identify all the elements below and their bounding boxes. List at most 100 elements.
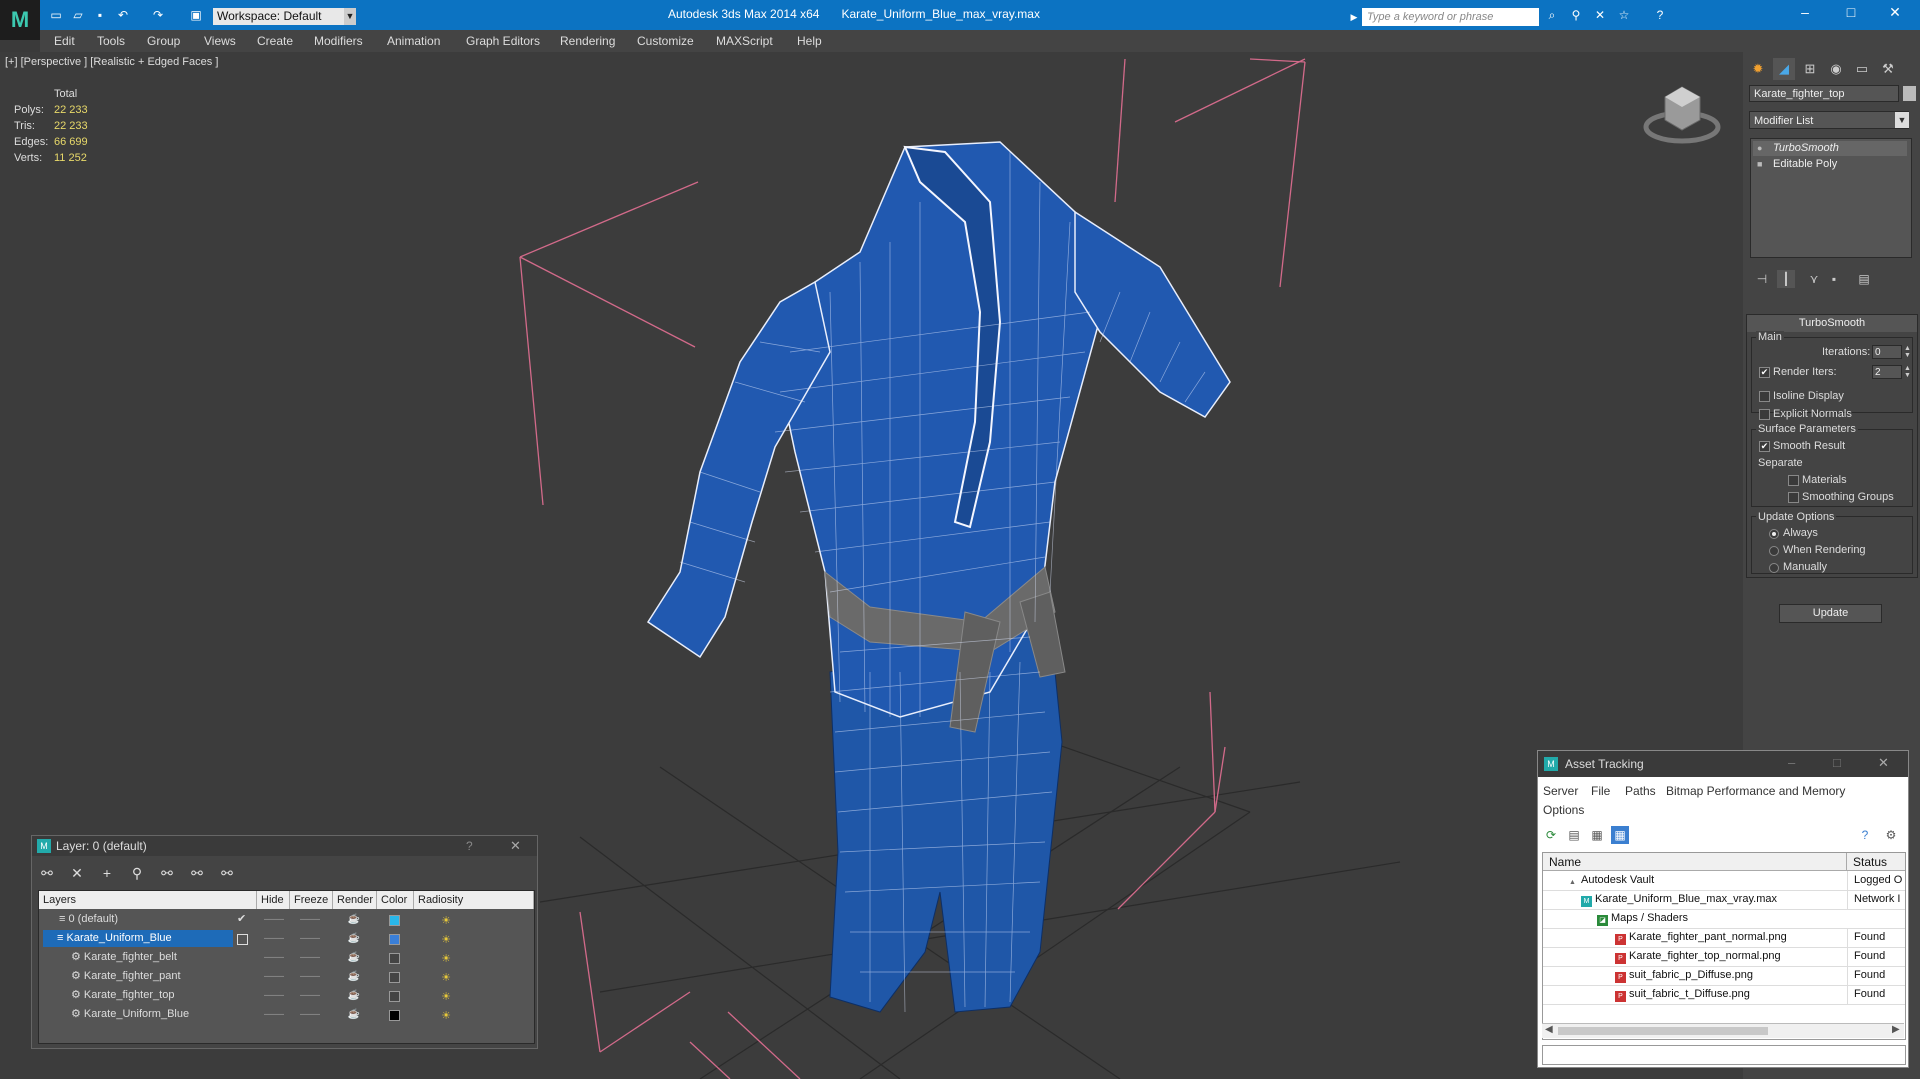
asset-row[interactable]: P Karate_fighter_top_normal.png Found <box>1543 947 1905 967</box>
set-active-checkbox[interactable] <box>237 934 248 945</box>
modify-tab-icon[interactable]: ◢ <box>1773 58 1795 80</box>
refresh-icon[interactable]: ⟳ <box>1542 826 1560 844</box>
menu-customize[interactable]: Customize <box>637 34 694 48</box>
hide-toggle[interactable]: —— <box>259 986 289 1005</box>
render-teapot-icon[interactable]: ☕ <box>339 986 369 1005</box>
layer-color-swatch[interactable] <box>389 953 400 964</box>
layer-row[interactable]: ≡ 0 (default) ✔ —— —— ☕ ☀ <box>39 910 479 929</box>
make-unique-icon[interactable]: ⋎ <box>1805 270 1823 288</box>
horizontal-scrollbar[interactable]: ◀ ▶ <box>1542 1023 1904 1038</box>
freeze-toggle[interactable]: —— <box>295 929 325 948</box>
update-button[interactable]: Update <box>1779 604 1882 623</box>
hide-toggle[interactable]: —— <box>259 948 289 967</box>
when-rendering-radio[interactable] <box>1769 546 1779 556</box>
stack-item-turbosmooth[interactable]: ● TurboSmooth <box>1753 141 1907 156</box>
active-layer-check-icon[interactable]: ✔ <box>237 910 246 929</box>
asset-row[interactable]: ▲ Autodesk Vault Logged O <box>1543 871 1905 891</box>
render-teapot-icon[interactable]: ☕ <box>339 967 369 986</box>
render-teapot-icon[interactable]: ☕ <box>339 910 369 929</box>
layer-row[interactable]: ⚙ Karate_fighter_top —— —— ☕ ☀ <box>39 986 479 1005</box>
hide-all-layers-icon[interactable]: ⚯ <box>188 864 206 882</box>
freeze-all-layers-icon[interactable]: ⚯ <box>218 864 236 882</box>
minimize-icon[interactable]: – <box>1790 4 1820 20</box>
rollout-title[interactable]: TurboSmooth <box>1747 315 1917 332</box>
search-input[interactable]: Type a keyword or phrase <box>1362 8 1539 26</box>
menu-options[interactable]: Options <box>1543 803 1584 817</box>
object-color-swatch[interactable] <box>1903 86 1916 101</box>
column-color[interactable]: Color <box>377 891 414 909</box>
asset-row[interactable]: P Karate_fighter_pant_normal.png Found <box>1543 928 1905 948</box>
column-status[interactable]: Status <box>1847 853 1905 871</box>
hide-toggle[interactable]: —— <box>259 910 289 929</box>
favorites-star-icon[interactable]: ☆ <box>1616 7 1632 23</box>
asset-row[interactable]: ◪ Maps / Shaders <box>1543 909 1905 929</box>
modifier-list-dropdown[interactable]: Modifier List <box>1749 111 1909 129</box>
menu-graph-editors[interactable]: Graph Editors <box>466 34 540 48</box>
column-layers[interactable]: Layers <box>39 891 257 909</box>
help-icon[interactable]: ? <box>1856 826 1874 844</box>
layer-color-swatch[interactable] <box>389 934 400 945</box>
iterations-spinner[interactable]: 0 <box>1872 345 1902 359</box>
menu-group[interactable]: Group <box>147 34 180 48</box>
configure-sets-icon[interactable]: ▤ <box>1855 270 1873 288</box>
layer-row[interactable]: ⚙ Karate_fighter_pant —— —— ☕ ☀ <box>39 967 479 986</box>
smooth-result-checkbox[interactable]: ✔ <box>1759 441 1770 452</box>
list-view-icon[interactable]: ▤ <box>1565 826 1583 844</box>
pin-stack-icon[interactable]: ⊣ <box>1753 270 1771 288</box>
hide-toggle[interactable]: —— <box>259 929 289 948</box>
materials-checkbox[interactable] <box>1788 475 1799 486</box>
freeze-toggle[interactable]: —— <box>295 910 325 929</box>
layer-dialog-titlebar[interactable]: M Layer: 0 (default) ? ✕ <box>32 836 537 856</box>
viewport-label[interactable]: [+] [Perspective ] [Realistic + Edged Fa… <box>5 56 218 68</box>
menu-views[interactable]: Views <box>204 34 236 48</box>
show-end-result-icon[interactable]: ┃ <box>1777 270 1795 288</box>
asset-row[interactable]: Psuit_fabric_t_Diffuse.png Found <box>1543 985 1905 1005</box>
redo-icon[interactable]: ↷ <box>150 7 166 23</box>
play-arrow-icon[interactable]: ▶ <box>1346 9 1362 25</box>
motion-tab-icon[interactable]: ◉ <box>1825 58 1847 80</box>
asset-row[interactable]: M Karate_Uniform_Blue_max_vray.max Network… <box>1543 890 1905 910</box>
spinner-arrows-icon[interactable]: ▲ ▼ <box>1903 345 1912 359</box>
render-iters-spinner[interactable]: 2 <box>1872 365 1902 379</box>
lightbulb-icon[interactable]: ● <box>1757 141 1767 156</box>
menu-modifiers[interactable]: Modifiers <box>314 34 363 48</box>
communication-icon[interactable]: ✕ <box>1592 7 1608 23</box>
menu-server[interactable]: Server <box>1543 784 1578 798</box>
column-name[interactable]: Name <box>1543 853 1847 871</box>
object-name-field[interactable]: Karate_fighter_top <box>1749 85 1899 102</box>
maximize-icon[interactable]: □ <box>1836 4 1866 20</box>
delete-layer-icon[interactable]: ✕ <box>68 864 86 882</box>
help-icon[interactable]: ? <box>466 839 473 853</box>
remove-modifier-icon[interactable]: ▪ <box>1825 270 1843 288</box>
settings-icon[interactable]: ⚙ <box>1882 826 1900 844</box>
undo-icon[interactable]: ↶ <box>115 7 131 23</box>
close-icon[interactable]: ✕ <box>1880 4 1910 21</box>
viewcube-icon[interactable] <box>1643 86 1721 144</box>
chevron-down-icon[interactable]: ▼ <box>1895 112 1909 128</box>
column-freeze[interactable]: Freeze <box>290 891 333 909</box>
menu-paths[interactable]: Paths <box>1625 784 1656 798</box>
expand-icon[interactable]: ■ <box>1757 157 1767 172</box>
close-icon[interactable]: ✕ <box>510 838 521 854</box>
binoculars-icon[interactable]: ⌕ <box>1544 7 1560 23</box>
freeze-toggle[interactable]: —— <box>295 948 325 967</box>
menu-help[interactable]: Help <box>797 34 822 48</box>
smoothing-groups-checkbox[interactable] <box>1788 492 1799 503</box>
new-file-icon[interactable]: ▭ <box>48 7 64 23</box>
render-iters-checkbox[interactable]: ✔ <box>1759 367 1770 378</box>
always-radio[interactable] <box>1769 529 1779 539</box>
workspace-selector[interactable]: Workspace: Default <box>213 8 344 25</box>
menu-bitmap-performance[interactable]: Bitmap Performance and Memory <box>1666 784 1845 798</box>
stack-item-editable-poly[interactable]: ■ Editable Poly <box>1753 157 1907 172</box>
layer-color-swatch[interactable] <box>389 915 400 926</box>
create-layer-icon[interactable]: ⚯ <box>38 864 56 882</box>
scroll-right-icon[interactable]: ▶ <box>1892 1024 1900 1035</box>
explicit-normals-checkbox[interactable] <box>1759 409 1770 420</box>
menu-file[interactable]: File <box>1591 784 1610 798</box>
layer-row[interactable]: ⚙ Karate_fighter_belt —— —— ☕ ☀ <box>39 948 479 967</box>
freeze-toggle[interactable]: —— <box>295 986 325 1005</box>
asset-dialog-titlebar[interactable]: M Asset Tracking – □ ✕ <box>1538 751 1908 777</box>
select-in-layer-icon[interactable]: ⚲ <box>128 864 146 882</box>
menu-animation[interactable]: Animation <box>387 34 440 48</box>
utilities-tab-icon[interactable]: ⚒ <box>1877 58 1899 80</box>
